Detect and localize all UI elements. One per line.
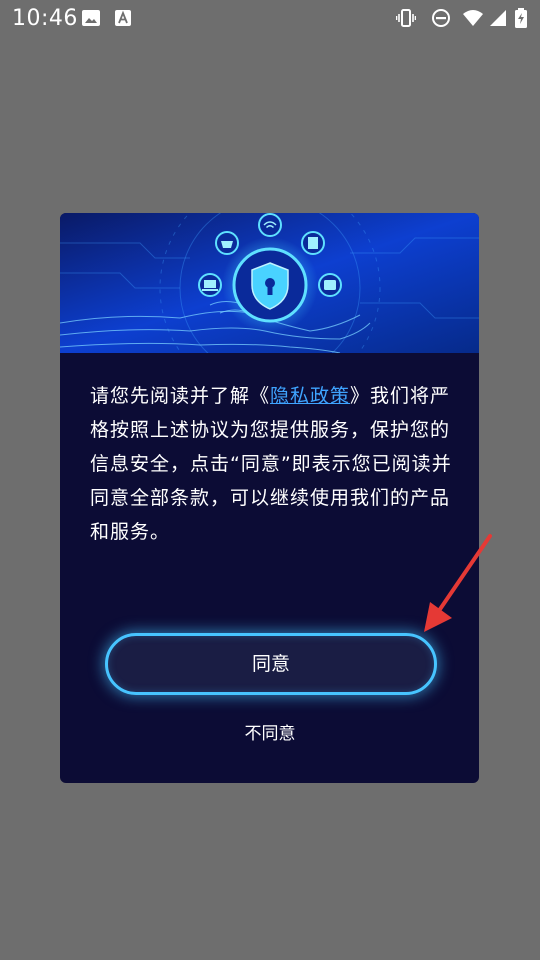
image-icon [82, 10, 100, 26]
privacy-text-after: 》我们将严格按照上述协议为您提供服务，保护您的信息安全，点击“同意”即表示您已阅… [90, 385, 452, 543]
banner-illustration [60, 213, 479, 353]
signal-icon [490, 10, 506, 26]
screen: 10:46 请您先阅读并了解《隐私政策》我们将严格按照上述协议为您提供服务，保护… [0, 0, 540, 960]
privacy-message: 请您先阅读并了解《隐私政策》我们将严格按照上述协议为您提供服务，保护您的信息安全… [90, 379, 455, 549]
status-time: 10:46 [12, 6, 78, 31]
wifi-icon [258, 213, 282, 237]
status-bar: 10:46 [0, 0, 540, 36]
wallet-icon [318, 273, 342, 297]
basket-icon [215, 231, 239, 255]
privacy-text-before: 请您先阅读并了解《 [90, 385, 271, 407]
laptop-icon [198, 273, 222, 297]
privacy-policy-link[interactable]: 隐私政策 [270, 385, 350, 407]
vibrate-icon [396, 9, 416, 27]
a-box-icon [115, 10, 131, 26]
privacy-dialog: 请您先阅读并了解《隐私政策》我们将严格按照上述协议为您提供服务，保护您的信息安全… [60, 213, 479, 783]
annotation-arrow-icon [424, 534, 492, 632]
wifi-icon [463, 10, 483, 26]
disagree-button[interactable]: 不同意 [210, 719, 330, 749]
security-banner [60, 213, 479, 353]
document-icon [301, 231, 325, 255]
battery-icon [515, 8, 527, 28]
do-not-disturb-icon [432, 9, 450, 27]
agree-button[interactable]: 同意 [105, 633, 437, 695]
